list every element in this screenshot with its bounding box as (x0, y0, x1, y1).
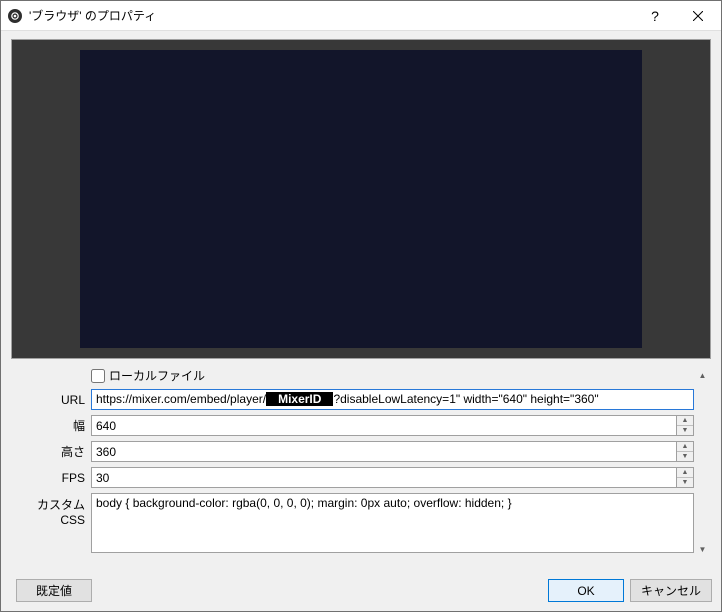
custom-css-textarea[interactable] (91, 493, 694, 553)
css-label: カスタム CSS (11, 493, 91, 527)
close-button[interactable] (675, 1, 721, 31)
window-title: 'ブラウザ' のプロパティ (29, 7, 635, 24)
scrollbar-vertical[interactable]: ▲ ▼ (694, 367, 711, 558)
preview-area (11, 39, 711, 359)
url-label: URL (11, 393, 91, 407)
fps-label: FPS (11, 471, 91, 485)
help-button[interactable]: ? (635, 1, 675, 31)
ok-button[interactable]: OK (548, 579, 624, 602)
local-file-checkbox[interactable] (91, 369, 105, 383)
defaults-button[interactable]: 既定値 (16, 579, 92, 602)
app-icon (7, 8, 23, 24)
url-redacted: MixerID (266, 392, 333, 406)
preview-canvas (80, 50, 642, 348)
height-label: 高さ (11, 443, 91, 460)
height-spinner[interactable]: ▲▼ (677, 441, 694, 462)
properties-form: ローカルファイル URL https://mixer.com/embed/pla… (11, 367, 694, 558)
scroll-up-icon[interactable]: ▲ (694, 367, 711, 384)
height-input[interactable] (91, 441, 677, 462)
dialog-footer: 既定値 OK キャンセル (0, 569, 722, 612)
cancel-button[interactable]: キャンセル (630, 579, 712, 602)
width-spinner[interactable]: ▲▼ (677, 415, 694, 436)
fps-input[interactable] (91, 467, 677, 488)
width-input[interactable] (91, 415, 677, 436)
titlebar: 'ブラウザ' のプロパティ ? (1, 1, 721, 31)
url-input[interactable]: https://mixer.com/embed/player/MixerID?d… (91, 389, 694, 410)
local-file-label: ローカルファイル (109, 367, 205, 384)
scroll-down-icon[interactable]: ▼ (694, 541, 711, 558)
fps-spinner[interactable]: ▲▼ (677, 467, 694, 488)
width-label: 幅 (11, 417, 91, 434)
